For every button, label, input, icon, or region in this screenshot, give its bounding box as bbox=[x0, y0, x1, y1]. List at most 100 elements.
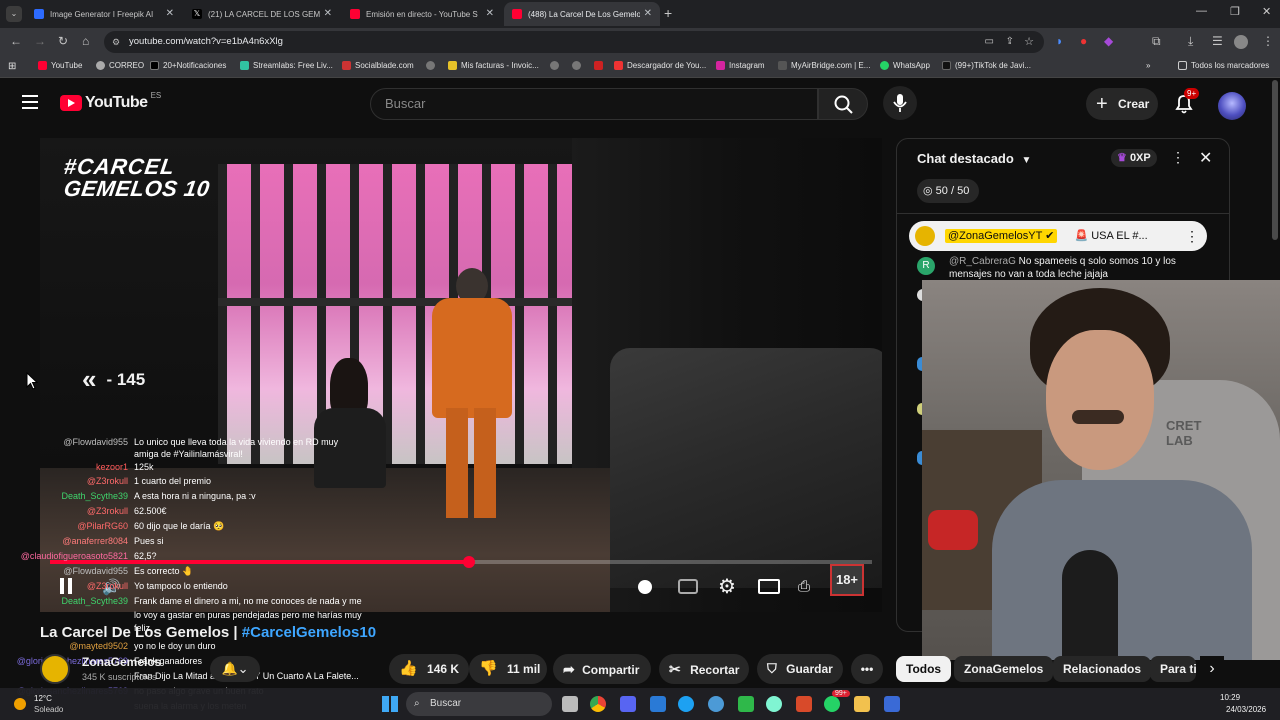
menu-icon[interactable]: ⋮ bbox=[1262, 34, 1274, 48]
page-scrollbar[interactable] bbox=[1272, 80, 1278, 240]
windows-start-icon[interactable] bbox=[382, 696, 398, 712]
task-view-icon[interactable] bbox=[562, 696, 578, 712]
weather-icon[interactable] bbox=[14, 698, 26, 710]
more-actions-button[interactable]: ••• bbox=[851, 654, 883, 684]
cast-icon[interactable]: ⎙ bbox=[798, 578, 810, 595]
tab-search-button[interactable]: ⌄ bbox=[6, 6, 22, 22]
clip-button[interactable]: ✂ Recortar bbox=[659, 654, 749, 684]
bookmark-instagram[interactable]: Instagram bbox=[716, 61, 765, 70]
browser-tab-4[interactable]: (488) La Carcel De Los Gemelos ✕ bbox=[504, 2, 660, 26]
bookmark-streamlabs[interactable]: Streamlabs: Free Liv... bbox=[240, 61, 333, 70]
bookmark-x[interactable]: 20+Notificaciones bbox=[150, 61, 226, 70]
streamlabs-icon[interactable] bbox=[766, 696, 782, 712]
mail-icon[interactable] bbox=[650, 696, 666, 712]
bookmark-tiktok[interactable]: (99+)TikTok de Javi... bbox=[942, 61, 1031, 70]
close-icon[interactable]: ✕ bbox=[486, 8, 494, 19]
bookmark-generic[interactable] bbox=[550, 61, 563, 70]
theater-mode-icon[interactable] bbox=[758, 579, 780, 594]
bookmark-myairbridge[interactable]: MyAirBridge.com | E... bbox=[778, 61, 870, 70]
share-button[interactable]: ➦ Compartir bbox=[553, 654, 651, 684]
progress-bar[interactable] bbox=[50, 556, 872, 568]
all-bookmarks-folder[interactable]: Todos los marcadores bbox=[1178, 61, 1269, 70]
bookmark-socialblade[interactable]: Socialblade.com bbox=[342, 61, 414, 70]
discord-icon[interactable] bbox=[620, 696, 636, 712]
profile-avatar[interactable] bbox=[1234, 35, 1248, 49]
reload-icon[interactable]: ↻ bbox=[58, 34, 68, 48]
search-input[interactable]: Buscar bbox=[370, 88, 818, 120]
settings-gear-icon[interactable]: ⚙ bbox=[718, 574, 736, 599]
file-explorer-icon[interactable] bbox=[854, 696, 870, 712]
browser-tab-1[interactable]: Image Generator I Freepik AI ✕ bbox=[26, 2, 182, 26]
bookmark-youtube[interactable]: YouTube bbox=[38, 61, 82, 70]
edge-icon[interactable] bbox=[678, 696, 694, 712]
bookmark-correo[interactable]: CORREO bbox=[96, 61, 144, 70]
app-red-icon[interactable] bbox=[796, 696, 812, 712]
extensions-puzzle-icon[interactable]: ⧉ bbox=[1152, 34, 1161, 49]
browser-icon[interactable] bbox=[708, 696, 724, 712]
close-icon[interactable]: ✕ bbox=[324, 8, 332, 19]
clock-time[interactable]: 10:29 bbox=[1220, 693, 1240, 702]
create-button[interactable]: + Crear bbox=[1086, 88, 1158, 120]
home-icon[interactable]: ⌂ bbox=[82, 34, 89, 48]
close-icon[interactable]: ✕ bbox=[166, 8, 174, 19]
extension-icon[interactable]: ● bbox=[1080, 34, 1087, 48]
cast-icon[interactable]: ▭ bbox=[985, 31, 994, 53]
chip-all[interactable]: Todos bbox=[896, 656, 952, 682]
bookmark-whatsapp[interactable]: WhatsApp bbox=[880, 61, 930, 70]
browser-tab-3[interactable]: Emisión en directo - YouTube Studio ✕ bbox=[342, 2, 502, 26]
reading-list-icon[interactable]: ☰ bbox=[1212, 34, 1223, 48]
chips-next-arrow[interactable]: › bbox=[1200, 656, 1224, 682]
close-window-button[interactable]: ✕ bbox=[1262, 5, 1271, 18]
title-hashtag[interactable]: #CarcelGemelos10 bbox=[242, 624, 376, 641]
bookmark-generic[interactable] bbox=[426, 61, 439, 70]
close-icon[interactable]: ✕ bbox=[644, 8, 652, 19]
chat-mode-dropdown[interactable]: Chat destacado ▼ bbox=[917, 151, 1031, 166]
chip-related[interactable]: Relacionados bbox=[1053, 656, 1152, 682]
pinned-message[interactable]: @ZonaGemelosYT ✔ 🚨 USA EL #... ⋮ bbox=[909, 221, 1207, 251]
search-button[interactable] bbox=[818, 88, 868, 120]
app-blue-icon[interactable] bbox=[884, 696, 900, 712]
bookmark-facturas[interactable]: Mis facturas - Invoic... bbox=[448, 61, 539, 70]
pinned-options-icon[interactable]: ⋮ bbox=[1185, 221, 1199, 251]
restore-button[interactable]: ❐ bbox=[1230, 5, 1240, 18]
bookmark-generic[interactable] bbox=[594, 61, 607, 70]
extension-icon[interactable]: ◆ bbox=[1104, 34, 1113, 48]
subtitles-icon[interactable] bbox=[678, 579, 698, 594]
account-avatar[interactable] bbox=[1218, 92, 1246, 120]
star-icon[interactable]: ☆ bbox=[1024, 31, 1034, 53]
channel-name[interactable]: ZonaGemelos bbox=[82, 655, 161, 669]
minimize-button[interactable]: — bbox=[1196, 5, 1207, 17]
video-player[interactable]: #CARCEL GEMELOS 10 « - 145 🔊 ⚙ ⎙ 18+ bbox=[40, 138, 882, 612]
channel-avatar[interactable] bbox=[40, 654, 70, 684]
app-green-icon[interactable] bbox=[738, 696, 754, 712]
save-button[interactable]: ⛉ Guardar bbox=[757, 654, 843, 684]
youtube-logo[interactable]: YouTube ES bbox=[60, 91, 161, 112]
more-bookmarks-icon[interactable]: » bbox=[1146, 61, 1150, 70]
download-icon[interactable]: ⤓ bbox=[1188, 34, 1193, 49]
new-tab-button[interactable]: + bbox=[664, 5, 672, 21]
bookmark-generic[interactable] bbox=[572, 61, 585, 70]
address-bar[interactable]: ⚙ youtube.com/watch?v=e1bA4n6xXlg ▭ ⇪ ☆ bbox=[104, 31, 1044, 53]
chip-for-you[interactable]: Para ti bbox=[1150, 656, 1196, 682]
hamburger-menu-icon[interactable] bbox=[22, 95, 38, 109]
dislike-button[interactable]: 👎 11 mil bbox=[469, 654, 547, 684]
bookmark-descargador[interactable]: Descargador de You... bbox=[614, 61, 706, 70]
xp-badge[interactable]: ♛ 0XP bbox=[1111, 149, 1157, 167]
forward-icon[interactable]: → bbox=[34, 34, 46, 48]
extension-icon[interactable]: ◗ bbox=[1056, 34, 1063, 48]
apps-icon[interactable]: ⊞ bbox=[8, 61, 16, 72]
voice-search-button[interactable] bbox=[883, 86, 917, 120]
notifications-button[interactable]: 9+ bbox=[1172, 88, 1200, 116]
subscribe-button[interactable]: 🔔⌄ bbox=[210, 656, 260, 682]
share-icon[interactable]: ⇪ bbox=[1006, 31, 1014, 53]
whatsapp-icon[interactable] bbox=[824, 696, 840, 712]
taskbar-search[interactable]: ⌕ Buscar bbox=[406, 692, 552, 716]
back-icon[interactable]: ← bbox=[10, 34, 22, 48]
browser-tab-2[interactable]: 𝕏 (21) LA CARCEL DE LOS GEMELOS ✕ bbox=[184, 2, 340, 26]
close-chat-icon[interactable]: ✕ bbox=[1199, 148, 1212, 168]
more-options-icon[interactable]: ⋮ bbox=[1171, 149, 1185, 166]
site-info-icon[interactable]: ⚙ bbox=[112, 31, 120, 53]
autoplay-toggle[interactable] bbox=[638, 580, 652, 594]
like-button[interactable]: 👍 146 K bbox=[389, 654, 469, 684]
clock-date[interactable]: 24/03/2026 bbox=[1226, 705, 1266, 714]
